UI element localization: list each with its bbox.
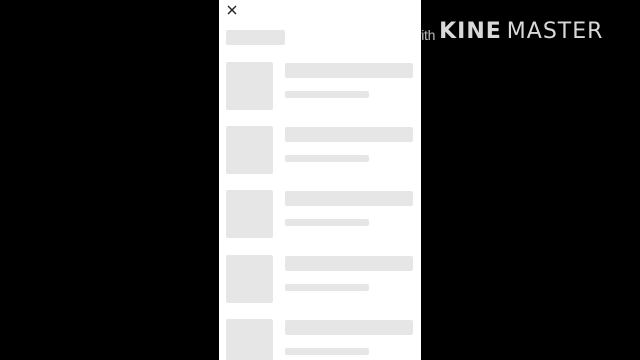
title-placeholder	[285, 256, 413, 271]
list-item[interactable]	[226, 190, 414, 240]
thumbnail-placeholder	[226, 190, 273, 238]
header-title-placeholder	[226, 30, 285, 45]
list-item[interactable]	[226, 255, 414, 305]
list-item[interactable]	[226, 126, 414, 176]
thumbnail-placeholder	[226, 126, 273, 174]
video-frame: Made with KINE MASTER	[0, 0, 640, 360]
close-icon	[227, 5, 237, 15]
watermark-brand-regular: MASTER	[506, 18, 604, 44]
thumbnail-placeholder	[226, 319, 273, 360]
thumbnail-placeholder	[226, 62, 273, 110]
kinemaster-watermark: Made with KINE MASTER	[374, 16, 603, 46]
close-button[interactable]	[224, 2, 240, 18]
watermark-prefix: Made with	[374, 27, 436, 43]
thumbnail-placeholder	[226, 255, 273, 303]
title-placeholder	[285, 127, 413, 142]
subtitle-placeholder	[285, 219, 369, 226]
phone-screen	[219, 0, 421, 360]
title-placeholder	[285, 320, 413, 335]
subtitle-placeholder	[285, 91, 369, 98]
subtitle-placeholder	[285, 284, 369, 291]
list-item[interactable]	[226, 62, 414, 112]
title-placeholder	[285, 63, 413, 78]
watermark-brand-bold: KINE	[439, 18, 502, 44]
title-placeholder	[285, 191, 413, 206]
list-item[interactable]	[226, 319, 414, 360]
subtitle-placeholder	[285, 155, 369, 162]
subtitle-placeholder	[285, 348, 369, 355]
